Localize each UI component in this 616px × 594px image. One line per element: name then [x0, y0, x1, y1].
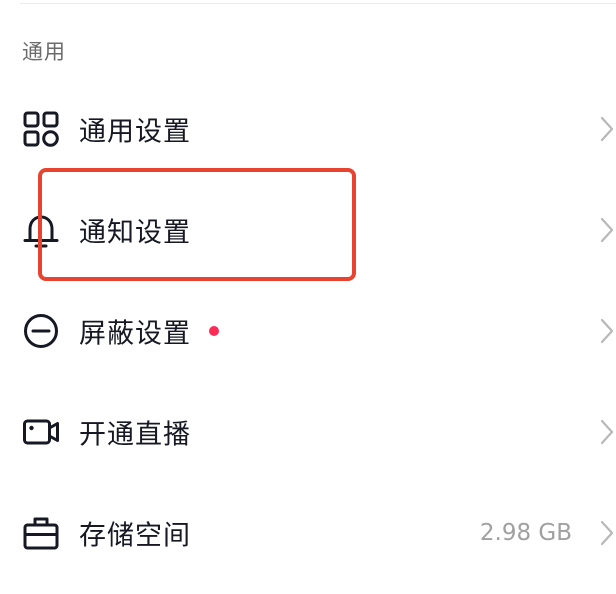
block-icon [22, 312, 60, 350]
menu-item-notification-settings[interactable]: 通知设置 [0, 179, 616, 280]
menu-item-storage[interactable]: 存储空间 2.98 GB [0, 482, 616, 583]
grid-icon [22, 110, 60, 148]
storage-size: 2.98 GB [479, 519, 572, 546]
notification-dot [209, 325, 219, 336]
menu-item-label: 通知设置 [79, 217, 191, 248]
chevron-right-icon [600, 116, 614, 142]
menu-item-label: 屏蔽设置 [79, 318, 191, 349]
bell-icon [22, 211, 60, 249]
menu-item-label: 存储空间 [79, 520, 191, 551]
menu-item-start-live[interactable]: 开通直播 [0, 381, 616, 482]
top-divider [20, 3, 616, 4]
chevron-right-icon [600, 419, 614, 445]
settings-menu: 通用设置 通知设置 屏蔽设置 开通直播 存储空间 2.98 GB [0, 78, 616, 583]
storage-box-icon [22, 514, 60, 552]
chevron-right-icon [600, 520, 614, 546]
menu-item-block-settings[interactable]: 屏蔽设置 [0, 280, 616, 381]
section-title: 通用 [22, 40, 66, 64]
menu-item-general-settings[interactable]: 通用设置 [0, 78, 616, 179]
chevron-right-icon [600, 318, 614, 344]
menu-item-label: 通用设置 [79, 116, 191, 147]
chevron-right-icon [600, 217, 614, 243]
video-camera-icon [22, 413, 60, 451]
menu-item-label: 开通直播 [79, 419, 191, 450]
